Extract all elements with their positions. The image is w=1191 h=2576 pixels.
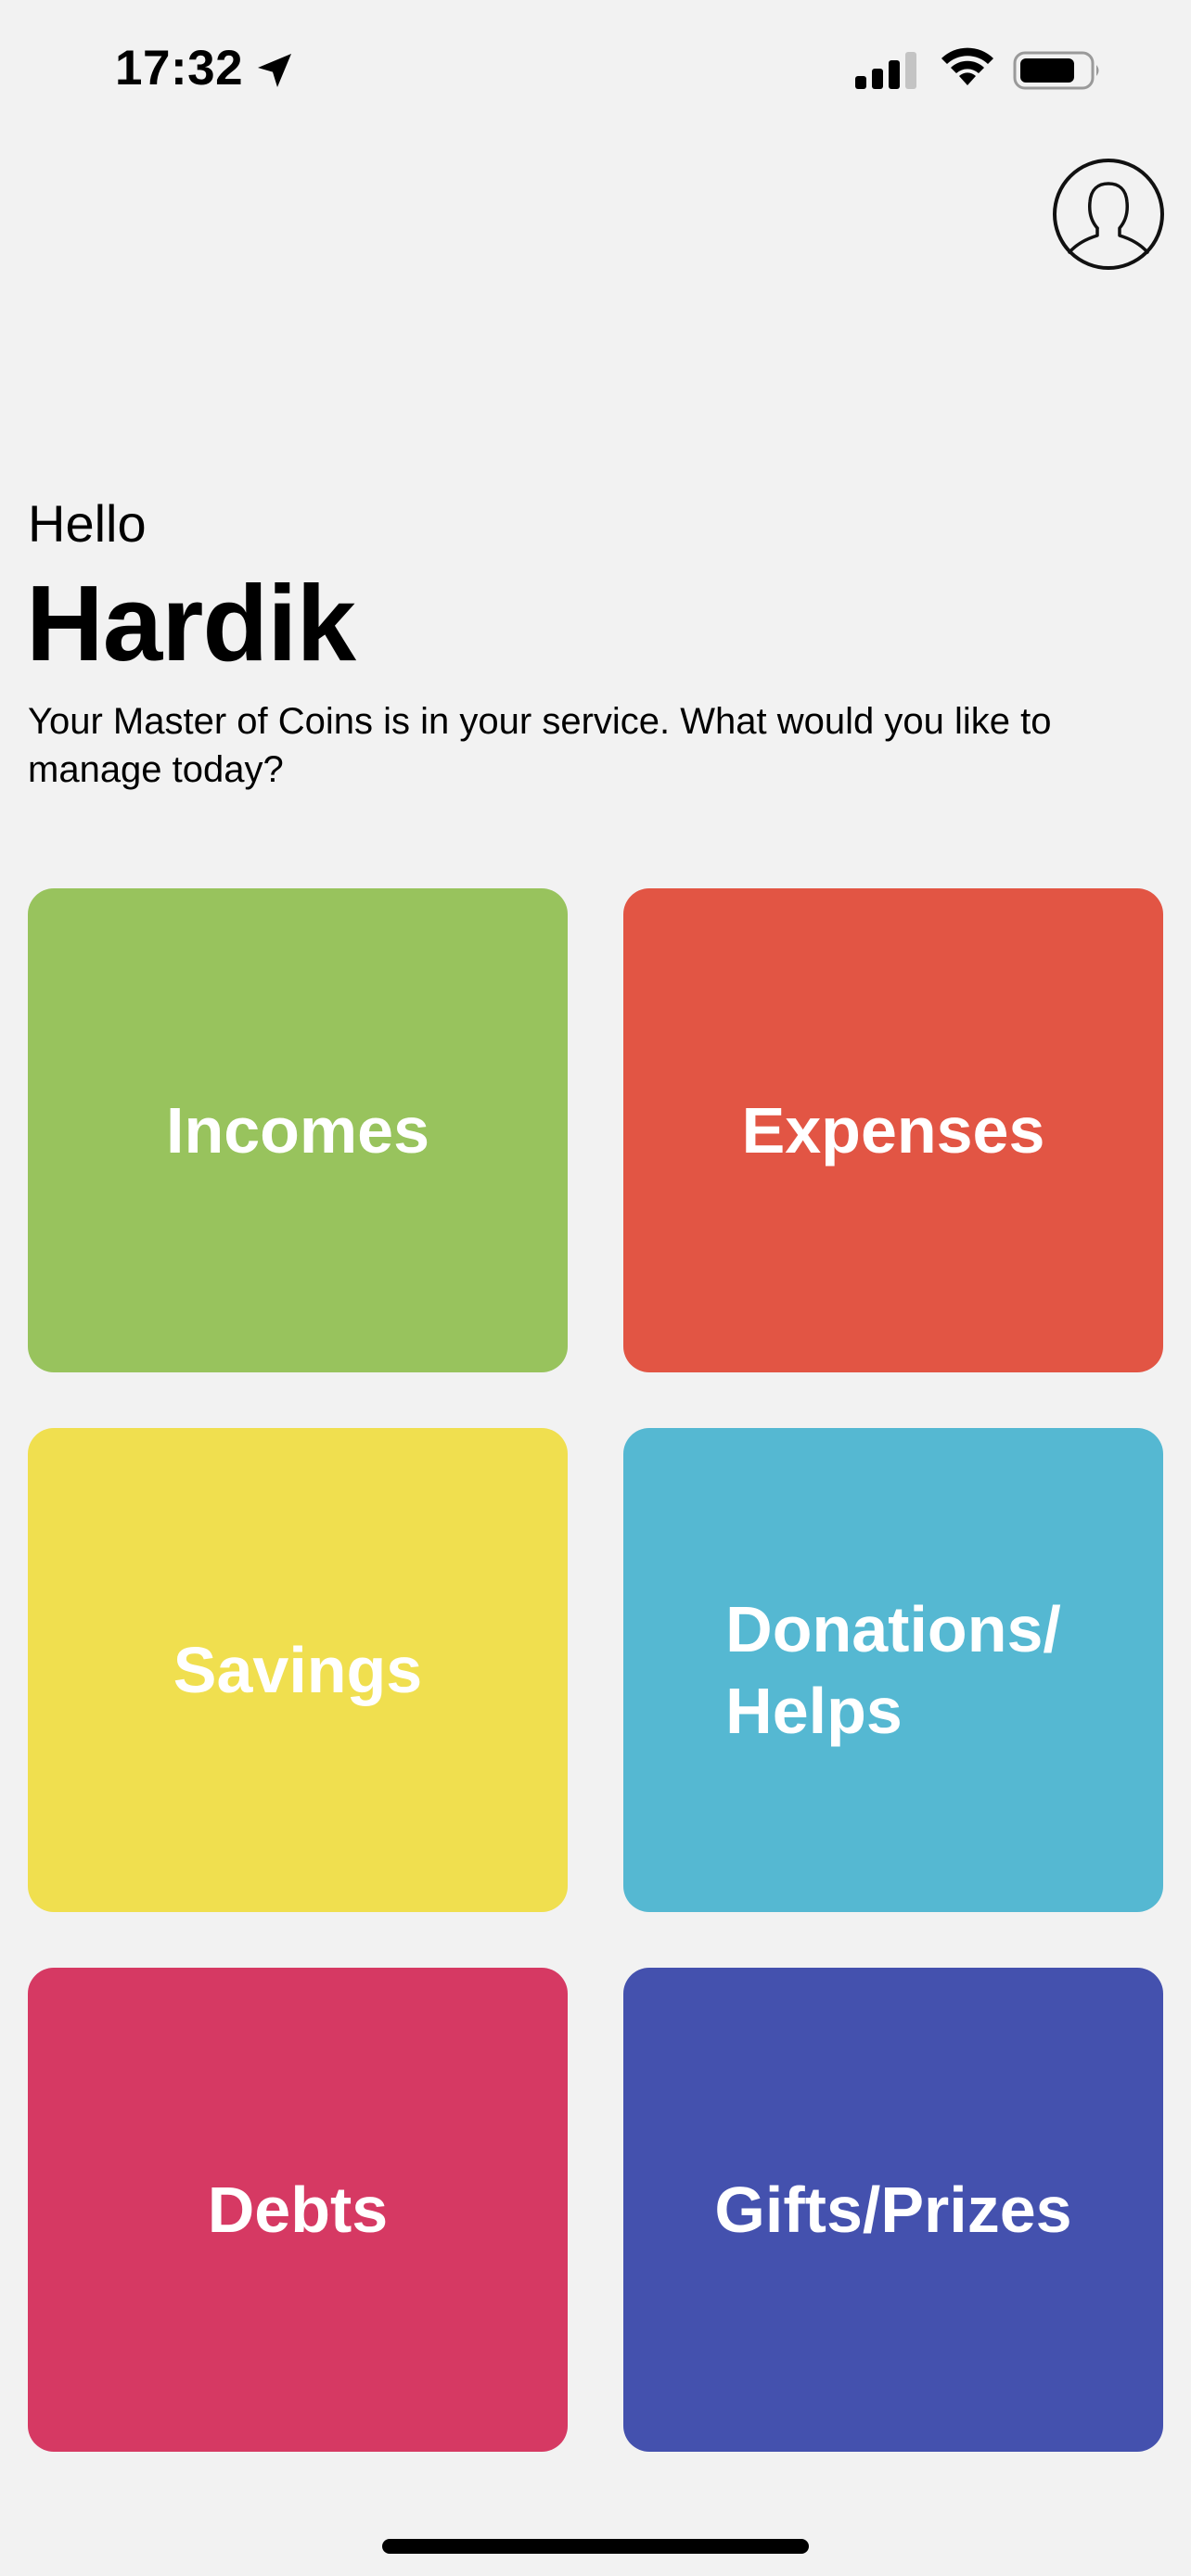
home-indicator[interactable] (382, 2539, 809, 2554)
expenses-tile-label: Expenses (741, 1094, 1045, 1167)
category-tiles-grid: Incomes Expenses Savings Donations/ Help… (28, 888, 1163, 2452)
location-arrow-icon (252, 48, 297, 93)
incomes-tile[interactable]: Incomes (28, 888, 568, 1372)
cellular-signal-icon (855, 50, 918, 91)
status-time: 17:32 (115, 41, 244, 96)
user-name-heading: Hardik (26, 563, 356, 683)
user-profile-icon (1053, 159, 1164, 270)
debts-tile[interactable]: Debts (28, 1968, 568, 2452)
incomes-tile-label: Incomes (166, 1094, 429, 1167)
battery-icon (1013, 50, 1102, 91)
expenses-tile[interactable]: Expenses (623, 888, 1163, 1372)
greeting-subtitle: Your Master of Coins is in your service.… (28, 701, 1052, 790)
wifi-icon (939, 46, 996, 89)
status-bar: 17:32 (0, 0, 1191, 139)
savings-tile-label: Savings (173, 1634, 423, 1706)
profile-avatar-button[interactable] (1052, 158, 1165, 271)
greeting-hello: Hello (28, 494, 147, 553)
donations-helps-tile[interactable]: Donations/ Helps (623, 1428, 1163, 1912)
savings-tile[interactable]: Savings (28, 1428, 568, 1912)
debts-tile-label: Debts (207, 2174, 389, 2246)
gifts-prizes-tile[interactable]: Gifts/Prizes (623, 1968, 1163, 2452)
donations-helps-tile-label: Donations/ Helps (725, 1593, 1061, 1747)
gifts-prizes-tile-label: Gifts/Prizes (714, 2174, 1072, 2246)
